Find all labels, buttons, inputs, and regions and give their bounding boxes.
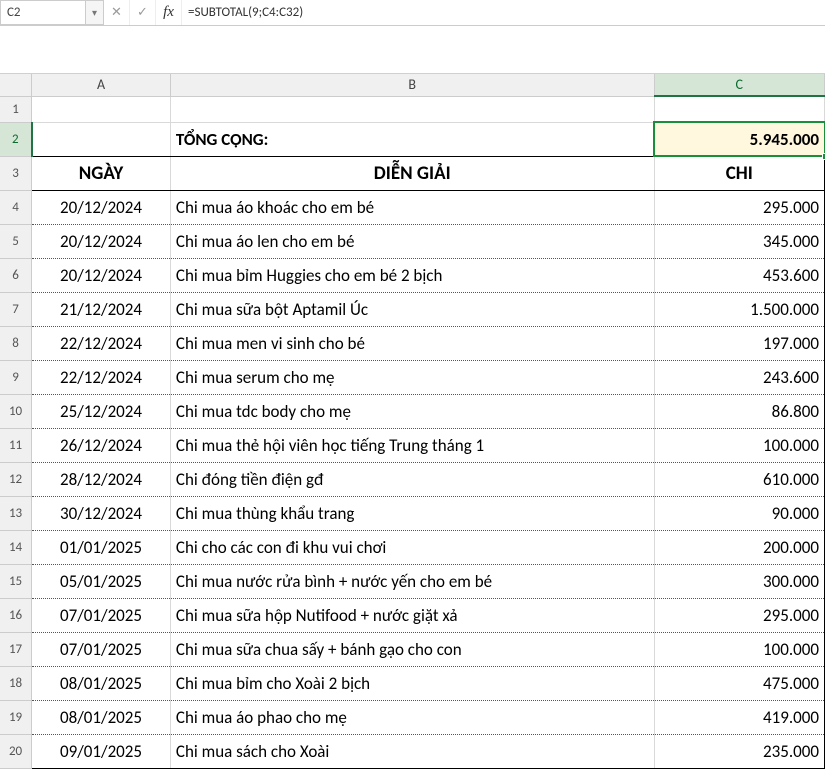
cell-amount[interactable]: 453.600 [654, 258, 824, 292]
row-header[interactable]: 10 [0, 394, 32, 428]
cell-date[interactable]: 28/12/2024 [32, 462, 171, 496]
check-icon: ✓ [137, 5, 148, 20]
cell-amount[interactable]: 475.000 [654, 666, 824, 700]
cell-amount[interactable]: 100.000 [654, 632, 824, 666]
row-header[interactable]: 12 [0, 462, 32, 496]
cell-c1[interactable] [654, 96, 824, 122]
cell-amount[interactable]: 1.500.000 [654, 292, 824, 326]
name-box[interactable]: C2 [0, 0, 86, 25]
row-header[interactable]: 4 [0, 190, 32, 224]
spreadsheet-grid[interactable]: A B C 1 2 TỔNG CỘNG: 5.945.000 3 NGÀY DI… [0, 74, 825, 769]
cell-b1[interactable] [170, 96, 654, 122]
cell-amount[interactable]: 235.000 [654, 734, 824, 768]
cell-amount[interactable]: 90.000 [654, 496, 824, 530]
cell-date[interactable]: 20/12/2024 [32, 258, 171, 292]
cell-desc[interactable]: Chi đóng tiền điện gđ [170, 462, 654, 496]
cell-desc[interactable]: Chi mua nước rửa bình + nước yến cho em … [170, 564, 654, 598]
close-icon: ✕ [111, 5, 122, 20]
row-header[interactable]: 7 [0, 292, 32, 326]
row-header[interactable]: 3 [0, 156, 32, 190]
cell-desc[interactable]: Chi mua thẻ hội viên học tiếng Trung thá… [170, 428, 654, 462]
cell-date[interactable]: 05/01/2025 [32, 564, 171, 598]
cell-amount[interactable]: 197.000 [654, 326, 824, 360]
formula-cancel-button[interactable]: ✕ [104, 0, 130, 25]
cell-desc[interactable]: Chi mua bỉm Huggies cho em bé 2 bịch [170, 258, 654, 292]
row-header[interactable]: 1 [0, 96, 32, 122]
ribbon-gap [0, 26, 825, 74]
row-header[interactable]: 19 [0, 700, 32, 734]
cell-date[interactable]: 20/12/2024 [32, 190, 171, 224]
cell-desc[interactable]: Chi mua thùng khẩu trang [170, 496, 654, 530]
cell-date[interactable]: 22/12/2024 [32, 326, 171, 360]
cell-amount[interactable]: 200.000 [654, 530, 824, 564]
cell-date[interactable]: 08/01/2025 [32, 666, 171, 700]
cell-desc[interactable]: Chi mua tdc body cho mẹ [170, 394, 654, 428]
name-box-dropdown[interactable]: ▾ [86, 0, 104, 25]
cell-date[interactable]: 09/01/2025 [32, 734, 171, 768]
row-header[interactable]: 8 [0, 326, 32, 360]
header-amount[interactable]: CHI [654, 156, 824, 190]
row-header[interactable]: 11 [0, 428, 32, 462]
fx-icon: fx [163, 4, 174, 21]
cell-amount[interactable]: 295.000 [654, 190, 824, 224]
cell-desc[interactable]: Chi mua sữa chua sấy + bánh gạo cho con [170, 632, 654, 666]
column-header-a[interactable]: A [32, 74, 171, 96]
header-date[interactable]: NGÀY [32, 156, 171, 190]
column-header-c[interactable]: C [654, 74, 824, 96]
chevron-down-icon: ▾ [92, 6, 97, 19]
cell-date[interactable]: 26/12/2024 [32, 428, 171, 462]
cell-date[interactable]: 01/01/2025 [32, 530, 171, 564]
insert-function-button[interactable]: fx [156, 0, 182, 25]
cell-desc[interactable]: Chi mua sữa bột Aptamil Úc [170, 292, 654, 326]
formula-bar: C2 ▾ ✕ ✓ fx =SUBTOTAL(9;C4:C32) [0, 0, 825, 26]
total-label[interactable]: TỔNG CỘNG: [170, 122, 654, 156]
row-header[interactable]: 18 [0, 666, 32, 700]
row-header[interactable]: 17 [0, 632, 32, 666]
row-header[interactable]: 6 [0, 258, 32, 292]
row-header[interactable]: 20 [0, 734, 32, 768]
total-value[interactable]: 5.945.000 [654, 122, 824, 156]
cell-desc[interactable]: Chi mua men vi sinh cho bé [170, 326, 654, 360]
cell-desc[interactable]: Chi mua áo phao cho mẹ [170, 700, 654, 734]
row-header[interactable]: 5 [0, 224, 32, 258]
row-header[interactable]: 14 [0, 530, 32, 564]
cell-amount[interactable]: 243.600 [654, 360, 824, 394]
cell-amount[interactable]: 419.000 [654, 700, 824, 734]
formula-accept-button[interactable]: ✓ [130, 0, 156, 25]
cell-amount[interactable]: 610.000 [654, 462, 824, 496]
formula-input[interactable]: =SUBTOTAL(9;C4:C32) [182, 0, 825, 25]
fill-handle[interactable] [822, 153, 825, 160]
column-header-b[interactable]: B [170, 74, 654, 96]
header-desc[interactable]: DIỄN GIẢI [170, 156, 654, 190]
cell-desc[interactable]: Chi mua serum cho mẹ [170, 360, 654, 394]
cell-desc[interactable]: Chi mua áo len cho em bé [170, 224, 654, 258]
row-header[interactable]: 2 [0, 122, 32, 156]
cell-date[interactable]: 22/12/2024 [32, 360, 171, 394]
cell-date[interactable]: 30/12/2024 [32, 496, 171, 530]
cell-a1[interactable] [32, 96, 171, 122]
cell-desc[interactable]: Chi mua sữa hộp Nutifood + nước giặt xả [170, 598, 654, 632]
cell-desc[interactable]: Chi mua áo khoác cho em bé [170, 190, 654, 224]
cell-amount[interactable]: 86.800 [654, 394, 824, 428]
row-header[interactable]: 15 [0, 564, 32, 598]
row-header[interactable]: 9 [0, 360, 32, 394]
select-all-corner[interactable] [0, 74, 32, 96]
cell-amount[interactable]: 300.000 [654, 564, 824, 598]
cell-date[interactable]: 08/01/2025 [32, 700, 171, 734]
cell-date[interactable]: 07/01/2025 [32, 598, 171, 632]
cell-desc[interactable]: Chi mua bỉm cho Xoài 2 bịch [170, 666, 654, 700]
cell-desc[interactable]: Chi cho các con đi khu vui chơi [170, 530, 654, 564]
cell-amount[interactable]: 295.000 [654, 598, 824, 632]
cell-a2[interactable] [32, 122, 171, 156]
cell-amount[interactable]: 100.000 [654, 428, 824, 462]
cell-amount[interactable]: 345.000 [654, 224, 824, 258]
cell-date[interactable]: 21/12/2024 [32, 292, 171, 326]
cell-date[interactable]: 07/01/2025 [32, 632, 171, 666]
row-header[interactable]: 16 [0, 598, 32, 632]
row-header[interactable]: 13 [0, 496, 32, 530]
cell-date[interactable]: 20/12/2024 [32, 224, 171, 258]
cell-date[interactable]: 25/12/2024 [32, 394, 171, 428]
cell-desc[interactable]: Chi mua sách cho Xoài [170, 734, 654, 768]
